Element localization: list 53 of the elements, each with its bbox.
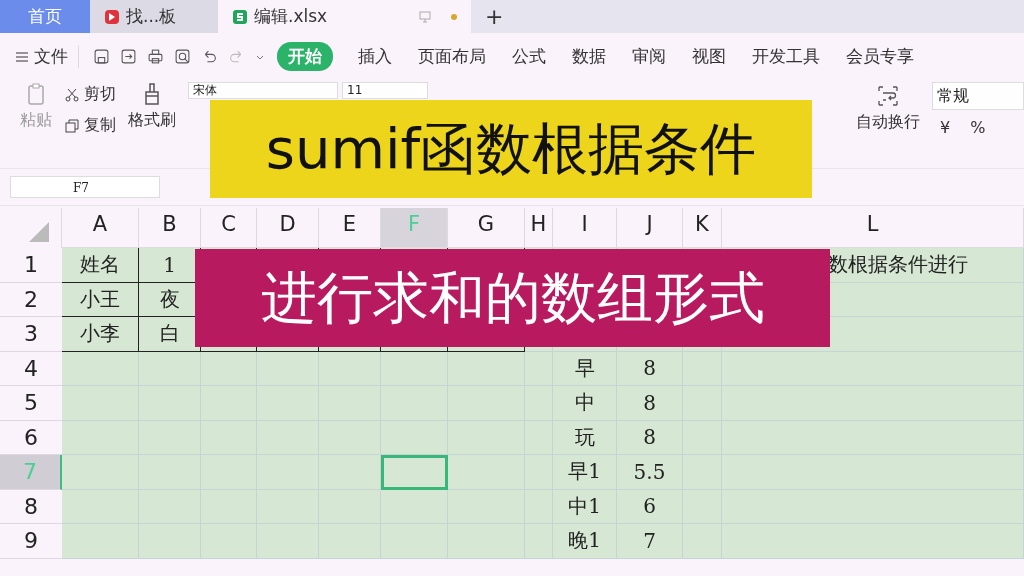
ribbon-tab[interactable]: 审阅 — [619, 42, 679, 71]
table-cell: 玩 — [553, 420, 617, 455]
ribbon-tab[interactable]: 视图 — [679, 42, 739, 71]
table-cell: 晚1 — [553, 524, 617, 559]
font-field[interactable]: 宋体 — [188, 82, 338, 99]
ribbon-tab[interactable]: 会员专享 — [833, 42, 927, 71]
table-cell: 小王 — [62, 282, 139, 317]
table-cell: 5.5 — [617, 455, 683, 490]
copy-icon — [64, 117, 80, 134]
wrap-text-icon[interactable] — [876, 84, 900, 108]
table-cell: 6 — [617, 489, 683, 524]
percent-button[interactable]: % — [970, 118, 986, 137]
table-cell: 小李 — [62, 317, 139, 352]
number-format-field[interactable]: 常规 — [932, 82, 1024, 110]
caption-banner: 进行求和的数组形式 — [195, 249, 830, 347]
document-tab[interactable]: 编辑.xlsx — [218, 0, 471, 33]
font-size-field[interactable]: 11 — [342, 82, 428, 99]
document-tab[interactable]: 找...板 — [90, 0, 218, 33]
wrap-text-button[interactable]: 自动换行 — [856, 112, 920, 133]
file-menu[interactable]: 文件 — [14, 45, 79, 68]
table-cell: 1 — [139, 248, 201, 283]
menu-icon — [16, 51, 28, 62]
table-cell: 早1 — [553, 455, 617, 490]
ribbon-tab[interactable]: 公式 — [499, 42, 559, 71]
export-icon[interactable] — [120, 48, 137, 65]
table-cell: 7 — [617, 524, 683, 559]
unsaved-dot — [451, 13, 457, 20]
copy-button[interactable]: 复制 — [64, 115, 116, 136]
save-icon[interactable] — [93, 48, 110, 65]
ribbon-tab[interactable]: 页面布局 — [405, 42, 499, 71]
currency-button[interactable]: ¥ — [940, 118, 951, 137]
table-cell: 8 — [617, 351, 683, 386]
table-cell: 中 — [553, 386, 617, 421]
ribbon-tab[interactable]: 插入 — [345, 42, 405, 71]
table-cell: 8 — [617, 386, 683, 421]
monitor-icon — [419, 10, 431, 23]
new-tab-button[interactable]: + — [471, 0, 518, 33]
table-cell: 8 — [617, 420, 683, 455]
caption-banner: sumif函数根据条件 — [210, 100, 812, 198]
print-preview-icon[interactable] — [174, 48, 191, 65]
cut-button[interactable]: 剪切 — [64, 84, 116, 105]
name-box[interactable]: F7 — [10, 176, 160, 198]
table-cell: 白 — [139, 317, 201, 352]
spreadsheet-icon — [232, 8, 248, 25]
scissors-icon — [64, 86, 80, 103]
table-cell: 姓名 — [62, 248, 139, 283]
document-icon — [104, 8, 120, 25]
ribbon-tab[interactable]: 开发工具 — [739, 42, 833, 71]
ribbon-tab[interactable]: 数据 — [559, 42, 619, 71]
table-cell: 中1 — [553, 489, 617, 524]
print-icon[interactable] — [147, 48, 164, 65]
table-cell: 早 — [553, 351, 617, 386]
format-painter-button[interactable]: 格式刷 — [128, 110, 176, 131]
